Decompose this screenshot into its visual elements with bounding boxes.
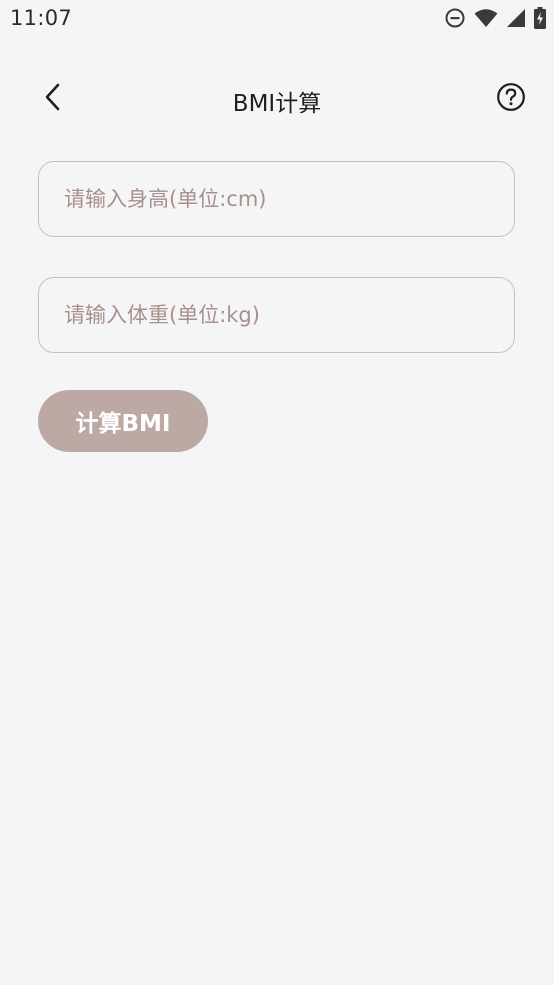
help-circle-icon xyxy=(496,82,526,116)
do-not-disturb-icon xyxy=(444,7,466,29)
status-time: 11:07 xyxy=(10,6,73,30)
help-button[interactable] xyxy=(494,82,528,116)
status-bar: 11:07 xyxy=(0,0,554,38)
calculate-bmi-button[interactable]: 计算BMI xyxy=(38,390,208,452)
weight-input[interactable] xyxy=(39,278,514,352)
battery-charging-icon xyxy=(534,7,546,29)
status-icons xyxy=(444,7,546,29)
signal-icon xyxy=(506,8,526,28)
height-field xyxy=(38,161,515,237)
wifi-icon xyxy=(474,8,498,28)
weight-field xyxy=(38,277,515,353)
page-title: BMI计算 xyxy=(232,91,322,117)
height-input[interactable] xyxy=(39,162,514,236)
app-bar: BMI计算 xyxy=(0,72,554,126)
